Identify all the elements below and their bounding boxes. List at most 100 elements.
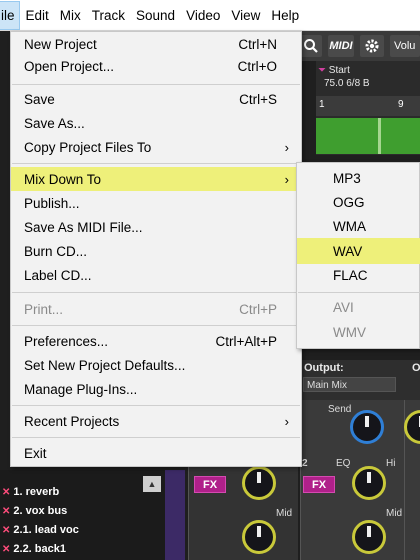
menu-item-save-as[interactable]: Save As... xyxy=(11,111,301,135)
menu-item-label: Preferences... xyxy=(24,333,109,349)
mid-label: Mid xyxy=(276,508,293,519)
menu-item-project-defaults[interactable]: Set New Project Defaults... xyxy=(11,353,301,377)
menu-bar: ile Edit Mix Track Sound Video View Help xyxy=(0,0,420,31)
menu-item-publish[interactable]: Publish... xyxy=(11,191,301,215)
menu-item-shortcut: Ctrl+N xyxy=(238,36,277,52)
submenu-item-label: OGG xyxy=(333,194,365,210)
knob[interactable] xyxy=(242,520,276,554)
output-label-2: O xyxy=(412,362,420,374)
menu-file[interactable]: ile xyxy=(0,0,20,30)
menu-separator xyxy=(12,84,300,85)
submenu-item-wmv: WMV xyxy=(297,319,420,345)
eq-mid-knob[interactable] xyxy=(352,520,386,554)
close-icon[interactable]: ✕ xyxy=(2,525,10,536)
menu-item-label: Publish... xyxy=(24,195,80,211)
eq-hi-knob[interactable] xyxy=(352,466,386,500)
menu-help[interactable]: Help xyxy=(265,0,304,30)
track-item[interactable]: ✕ 2. vox bus xyxy=(0,503,150,519)
eq-label: EQ xyxy=(336,458,351,469)
track-item[interactable]: ✕ 1. reverb xyxy=(0,484,150,500)
mixdown-submenu: MP3 OGG WMA WAV FLAC AVI WMV xyxy=(296,162,420,349)
send-label: Send xyxy=(328,404,352,415)
divider xyxy=(165,470,185,560)
audio-clip[interactable] xyxy=(316,118,420,154)
ruler-mark: 1 xyxy=(319,99,325,110)
menu-view[interactable]: View xyxy=(225,0,265,30)
menu-item-preferences[interactable]: Preferences... Ctrl+Alt+P xyxy=(11,329,301,353)
menu-item-label: Open Project... xyxy=(24,58,115,74)
position-readout: ⏷ Start 75.0 6/8 B xyxy=(318,64,408,94)
close-icon[interactable]: ✕ xyxy=(2,487,10,498)
track-item[interactable]: ✕ 2.1. lead voc xyxy=(0,522,150,538)
menu-item-mix-down-to[interactable]: Mix Down To › xyxy=(11,167,301,191)
search-button[interactable] xyxy=(300,35,322,57)
menu-item-label: New Project xyxy=(24,36,97,52)
close-icon[interactable]: ✕ xyxy=(2,544,10,555)
channel-number: 2 xyxy=(302,458,308,469)
submenu-item-wma[interactable]: WMA xyxy=(297,213,420,239)
menu-item-label-cd[interactable]: Label CD... xyxy=(11,263,301,287)
settings-button[interactable] xyxy=(360,35,384,57)
ruler[interactable]: 1 9 xyxy=(316,96,420,116)
menu-separator xyxy=(298,292,420,293)
submenu-item-flac[interactable]: FLAC xyxy=(297,262,420,288)
chevron-right-icon: › xyxy=(284,171,289,187)
submenu-item-label: WAV xyxy=(333,243,363,259)
menu-sound[interactable]: Sound xyxy=(130,0,180,30)
midi-button[interactable]: MIDI xyxy=(328,35,354,57)
menu-item-label: Save As MIDI File... xyxy=(24,219,143,235)
output-label: Output: xyxy=(304,362,344,374)
menu-item-copy-project-files[interactable]: Copy Project Files To › xyxy=(11,135,301,159)
chevron-right-icon: › xyxy=(284,413,289,429)
menu-item-shortcut: Ctrl+S xyxy=(239,91,277,107)
menu-item-label: Recent Projects xyxy=(24,413,120,429)
menu-item-label: Burn CD... xyxy=(24,243,88,259)
track-item[interactable]: ✕ 2.2. back1 xyxy=(0,541,150,557)
knob[interactable] xyxy=(242,466,276,500)
fx-button[interactable]: FX xyxy=(303,476,335,493)
fx-button[interactable]: FX xyxy=(194,476,226,493)
menu-item-label: Set New Project Defaults... xyxy=(24,357,186,373)
submenu-item-avi: AVI xyxy=(297,294,420,320)
ruler-mark: 9 xyxy=(398,99,404,110)
menu-video[interactable]: Video xyxy=(180,0,225,30)
menu-item-recent-projects[interactable]: Recent Projects › xyxy=(11,409,301,433)
submenu-item-ogg[interactable]: OGG xyxy=(297,189,420,215)
menu-item-label: Exit xyxy=(24,445,47,461)
menu-item-burn-cd[interactable]: Burn CD... xyxy=(11,239,301,263)
start-marker-label: Start xyxy=(328,65,350,76)
menu-item-shortcut: Ctrl+P xyxy=(239,301,277,317)
submenu-item-wav[interactable]: WAV xyxy=(297,238,420,264)
menu-mix[interactable]: Mix xyxy=(54,0,86,30)
track-label: 2.2. back1 xyxy=(13,543,66,555)
menu-item-open-project[interactable]: Open Project... Ctrl+O xyxy=(11,54,301,78)
menu-item-exit[interactable]: Exit xyxy=(11,441,301,465)
menu-item-print: Print... Ctrl+P xyxy=(11,297,301,321)
close-icon[interactable]: ✕ xyxy=(2,506,10,517)
playhead[interactable] xyxy=(378,118,381,154)
menu-item-label: Save As... xyxy=(24,115,85,131)
menu-separator xyxy=(12,163,300,164)
menu-item-manage-plugins[interactable]: Manage Plug-Ins... xyxy=(11,377,301,401)
send-knob[interactable] xyxy=(350,410,384,444)
track-label: 2. vox bus xyxy=(13,505,68,517)
file-menu: New Project Ctrl+N Open Project... Ctrl+… xyxy=(10,31,302,467)
menu-separator xyxy=(12,325,300,326)
menu-item-label: Mix Down To xyxy=(24,171,102,187)
gear-icon xyxy=(365,39,379,53)
scroll-up-button[interactable]: ▲ xyxy=(143,476,161,492)
menu-item-label: Print... xyxy=(24,301,64,317)
menu-item-save[interactable]: Save Ctrl+S xyxy=(11,87,301,111)
submenu-item-mp3[interactable]: MP3 xyxy=(297,165,420,191)
menu-track[interactable]: Track xyxy=(86,0,130,30)
menu-item-save-as-midi[interactable]: Save As MIDI File... xyxy=(11,215,301,239)
menu-item-new-project[interactable]: New Project Ctrl+N xyxy=(11,32,301,56)
menu-item-shortcut: Ctrl+Alt+P xyxy=(215,333,277,349)
chevron-up-icon: ▲ xyxy=(147,479,157,489)
menu-item-shortcut: Ctrl+O xyxy=(237,58,277,74)
menu-edit[interactable]: Edit xyxy=(20,0,54,30)
volume-label: Volu xyxy=(390,35,420,57)
track-label: 2.1. lead voc xyxy=(13,524,79,536)
output-select[interactable]: Main Mix xyxy=(303,377,396,392)
submenu-item-label: MP3 xyxy=(333,170,361,186)
